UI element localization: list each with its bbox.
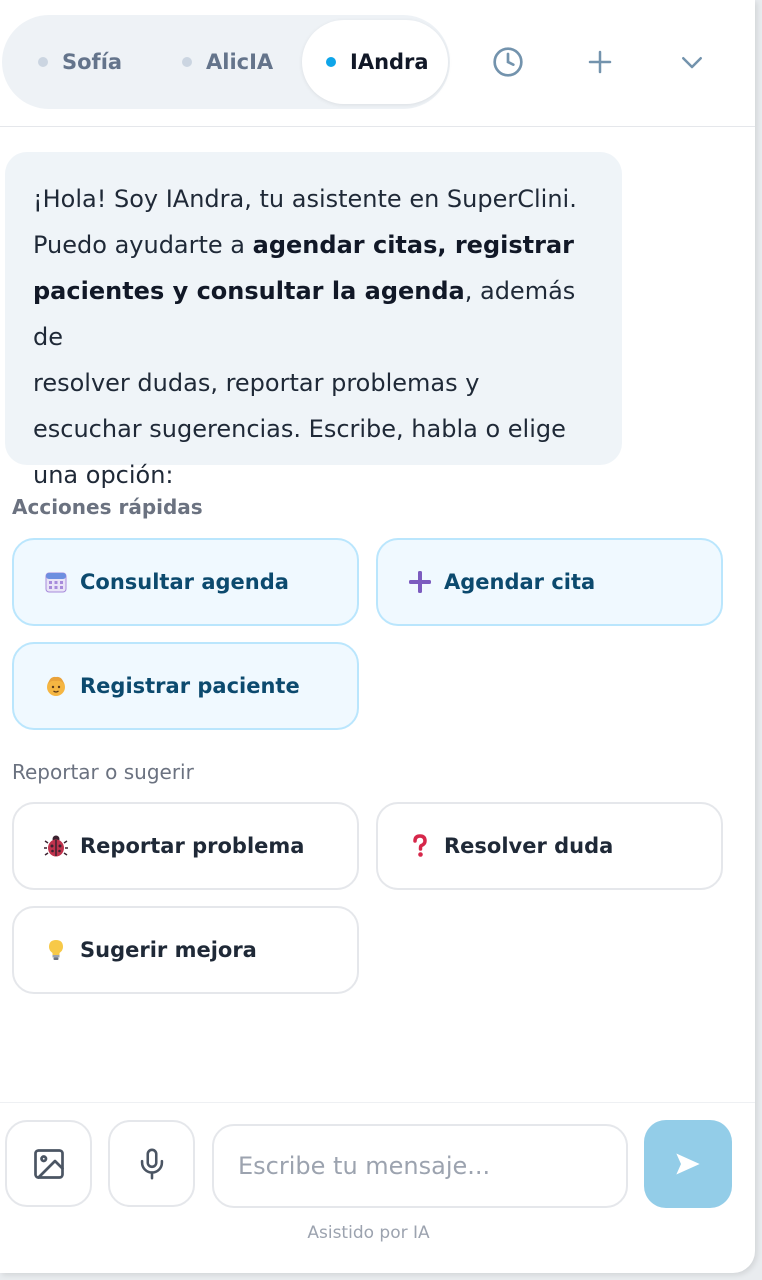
attach-image-button[interactable] [5,1120,92,1207]
chat-panel: Sofía AlicIA IAndra ¡Hola! Soy IAndra, t… [0,0,755,1273]
action-label: Consultar agenda [80,570,289,594]
report-section-title: Reportar o sugerir [12,760,194,784]
status-dot [326,57,336,67]
tab-label: Sofía [62,50,123,74]
question-icon [408,834,432,858]
history-icon [493,47,523,77]
agendar-cita-button[interactable]: Agendar cita [376,538,723,626]
message-line: Puedo ayudarte a agendar citas, registra… [33,231,574,259]
registrar-paciente-button[interactable]: Registrar paciente [12,642,359,730]
tab-sofia[interactable]: Sofía [38,15,122,109]
send-icon [676,1153,700,1175]
action-label: Reportar problema [80,834,305,858]
ai-disclaimer: Asistido por IA [307,1223,430,1243]
microphone-icon [140,1148,163,1179]
image-icon [33,1148,64,1179]
status-dot [182,57,192,67]
reportar-problema-button[interactable]: Reportar problema [12,802,359,890]
person-icon [44,674,68,698]
assistant-tabs: Sofía AlicIA IAndra [2,15,450,109]
consultar-agenda-button[interactable]: Consultar agenda [12,538,359,626]
resolver-duda-button[interactable]: Resolver duda [376,802,723,890]
action-label: Sugerir mejora [80,938,257,962]
tab-label: AlicIA [206,50,274,74]
sugerir-mejora-button[interactable]: Sugerir mejora [12,906,359,994]
lightbulb-icon [44,938,68,962]
send-button[interactable] [644,1120,732,1208]
message-line: una opción: [33,461,174,489]
plus-icon [408,570,432,594]
calendar-icon [44,570,68,594]
voice-input-button[interactable] [108,1120,195,1207]
quick-actions-title: Acciones rápidas [12,495,203,519]
action-label: Registrar paciente [80,674,300,698]
tab-label: IAndra [350,50,429,74]
message-line: pacientes y consultar la agenda, además … [33,277,576,351]
tab-iandra[interactable]: IAndra [302,20,448,104]
message-line: escuchar sugerencias. Escribe, habla o e… [33,415,566,443]
action-label: Resolver duda [444,834,614,858]
status-dot [38,57,48,67]
footer-divider [0,1102,755,1103]
action-label: Agendar cita [444,570,596,594]
chat-header: Sofía AlicIA IAndra [0,0,755,127]
message-line: resolver dudas, reportar problemas y [33,369,480,397]
history-button[interactable] [488,42,528,82]
collapse-button[interactable] [672,42,712,82]
message-input[interactable] [212,1124,628,1208]
plus-icon [588,50,612,74]
tab-alicia[interactable]: AlicIA [182,15,273,109]
message-line: ¡Hola! Soy IAndra, tu asistente en Super… [33,185,577,213]
chevron-down-icon [682,57,702,69]
new-chat-button[interactable] [580,42,620,82]
assistant-message: ¡Hola! Soy IAndra, tu asistente en Super… [5,152,622,489]
bug-icon [44,834,68,858]
